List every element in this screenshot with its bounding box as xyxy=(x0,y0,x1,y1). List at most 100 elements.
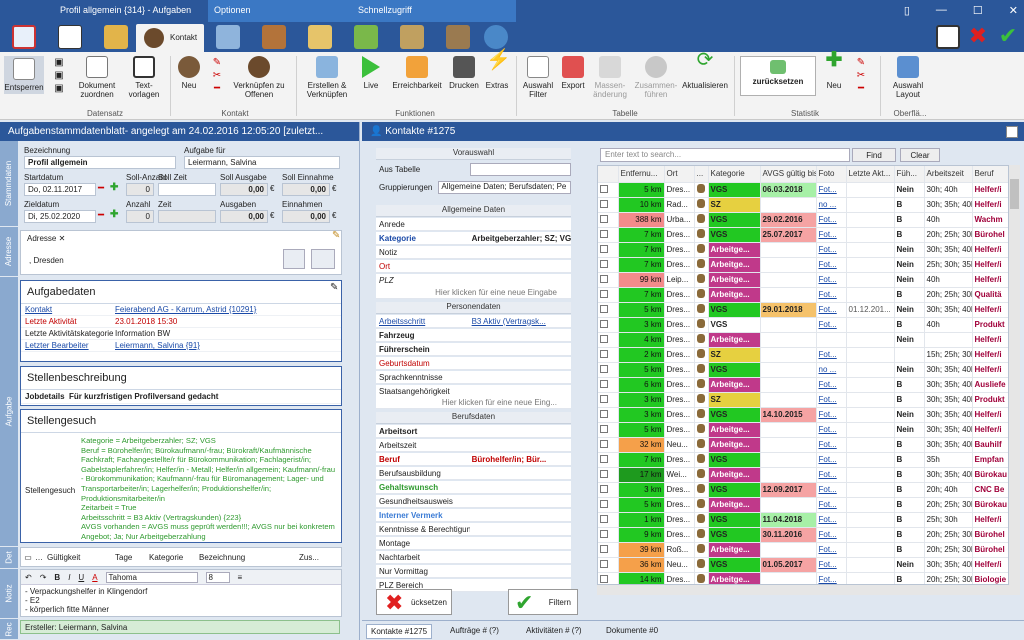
table-row[interactable]: 5 km Dres... VGS 06.03.2018 Fot... Nein 30h; 4… xyxy=(598,182,1008,198)
table-row[interactable]: 39 km Roß... Arbeitge... Fot... B 20h; 25h; 3… xyxy=(598,542,1008,558)
filter-row[interactable]: Kategorie Arbeitgeberzahler; SZ; VGS xyxy=(376,232,571,245)
table-row[interactable]: 14 km Dres... Arbeitge... Fot... B 20h; 25h; … xyxy=(598,572,1008,584)
row-select-cell[interactable] xyxy=(598,212,619,228)
table-row[interactable]: 4 km Dres... Arbeitge... Nein Helfer/i xyxy=(598,332,1008,348)
grid-search-input[interactable]: Enter text to search... xyxy=(600,148,850,162)
live-button[interactable]: Live xyxy=(356,56,386,90)
table-row[interactable]: 3 km Dres... VGS 12.09.2017 Fot... B 20h; 40h C… xyxy=(598,482,1008,498)
more-icon[interactable]: … xyxy=(35,553,47,562)
row-select-cell[interactable] xyxy=(598,467,619,483)
row-checkbox[interactable] xyxy=(600,469,608,478)
row-checkbox[interactable] xyxy=(600,349,608,358)
foto-link[interactable]: Fot... xyxy=(816,242,847,258)
foto-link[interactable]: Fot... xyxy=(816,572,847,584)
foto-link[interactable]: Fot... xyxy=(816,287,847,303)
table-row[interactable]: 6 km Dres... Arbeitge... Fot... B 30h; 35h; 4… xyxy=(598,377,1008,393)
tab-aufgaben-icon[interactable] xyxy=(12,25,36,49)
foto-link[interactable]: Fot... xyxy=(816,557,847,573)
clear-button[interactable]: Clear xyxy=(900,148,940,162)
aus-tabelle-select[interactable] xyxy=(469,163,571,176)
grid-col-header[interactable]: Letzte Akt... xyxy=(846,166,895,183)
row-select-cell[interactable] xyxy=(598,332,619,348)
filter-row[interactable]: Arbeitsschritt B3 Aktiv (Vertragsk... xyxy=(376,315,571,328)
zieldatum-field[interactable]: Di, 25.02.2020 xyxy=(24,210,96,223)
row-select-cell[interactable] xyxy=(598,257,619,273)
foto-link[interactable]: no ... xyxy=(816,362,847,378)
field-value[interactable]: Feierabend AG - Karrum, Astrid {10291} xyxy=(115,305,341,314)
field-value[interactable]: Leiermann, Salvina {91} xyxy=(115,341,341,350)
foto-link[interactable]: Fot... xyxy=(816,317,847,333)
status-tab-dokumente[interactable]: Dokumente #0 xyxy=(602,624,662,637)
drucken-button[interactable]: Drucken xyxy=(448,56,480,90)
filter-field-value[interactable]: Bürohelfer/in; Bür... xyxy=(470,455,571,464)
neu-statistik-button[interactable]: ✚ Neu xyxy=(822,50,846,90)
filter-row[interactable]: Gehaltswunsch xyxy=(376,481,571,494)
grid-col-header[interactable]: Arbeitszeit xyxy=(924,166,973,183)
bold-button[interactable]: B xyxy=(54,573,60,582)
row-select-cell[interactable] xyxy=(598,542,619,558)
soll-ausgabe-field[interactable]: 0,00 xyxy=(220,183,268,196)
paragraph-icon[interactable]: ≡ xyxy=(238,573,243,582)
table-row[interactable]: 7 km Dres... Arbeitge... Fot... B 20h; 25h; 3… xyxy=(598,287,1008,303)
filter-row[interactable]: Berufsausbildung xyxy=(376,467,571,480)
foto-link[interactable]: Fot... xyxy=(816,182,847,198)
filter-row[interactable]: Notiz xyxy=(376,246,571,259)
status-tab-kontakte[interactable]: Kontakte #1275 xyxy=(366,624,433,639)
filter-row[interactable]: Arbeitszeit xyxy=(376,439,571,452)
erreichbarkeit-button[interactable]: Erreichbarkeit xyxy=(390,56,444,90)
table-row[interactable]: 5 km Dres... Arbeitge... Fot... Nein 30h; 35h… xyxy=(598,422,1008,438)
table-row[interactable]: 388 km Urba... VGS 29.02.2016 Fot... B 40h Wach… xyxy=(598,212,1008,228)
table-row[interactable]: 7 km Dres... VGS Fot... B 35h Empfan xyxy=(598,452,1008,468)
exit-icon[interactable] xyxy=(936,25,960,49)
status-tab-auftraege[interactable]: Aufträge # (?) xyxy=(446,624,503,637)
vtab-aufgabe[interactable]: Aufgabe xyxy=(0,277,18,547)
row-select-cell[interactable] xyxy=(598,437,619,453)
table-row[interactable]: 1 km Dres... VGS 11.04.2018 Fot... B 25h; 30h H… xyxy=(598,512,1008,528)
col-kategorie[interactable]: Kategorie xyxy=(149,553,199,562)
row-select-cell[interactable] xyxy=(598,242,619,258)
filter-row[interactable]: Beruf Bürohelfer/in; Bür... xyxy=(376,453,571,466)
filter-field-value[interactable]: B3 Aktiv (Vertragsk... xyxy=(470,317,571,326)
zeit-field[interactable] xyxy=(158,210,216,223)
extras-button[interactable]: ⚡ Extras xyxy=(484,50,511,90)
maximize-button[interactable]: ☐ xyxy=(973,4,983,17)
row-checkbox[interactable] xyxy=(600,304,608,313)
grid-col-header[interactable]: Füh... xyxy=(894,166,925,183)
foto-link[interactable] xyxy=(816,332,847,348)
foto-link[interactable]: Fot... xyxy=(816,542,847,558)
filter-row[interactable]: Interner Vermerk xyxy=(376,509,571,522)
row-select-cell[interactable] xyxy=(598,317,619,333)
filter-row[interactable]: Gesundheitsausweis xyxy=(376,495,571,508)
col-bezeichnung[interactable]: Bezeichnung xyxy=(199,553,299,562)
row-checkbox[interactable] xyxy=(600,214,608,223)
row-select-cell[interactable] xyxy=(598,527,619,543)
foto-link[interactable]: Fot... xyxy=(816,257,847,273)
foto-link[interactable]: Fot... xyxy=(816,422,847,438)
row-checkbox[interactable] xyxy=(600,529,608,538)
row-select-cell[interactable] xyxy=(598,227,619,243)
anzahl-field[interactable]: 0 xyxy=(126,210,154,223)
date-plus-icon[interactable]: ✚ xyxy=(110,182,118,193)
filter-row[interactable]: Nachtarbeit xyxy=(376,551,571,564)
table-row[interactable]: 3 km Dres... VGS Fot... B 40h Produkt xyxy=(598,317,1008,333)
row-checkbox[interactable] xyxy=(600,379,608,388)
textvorlagen-button[interactable]: Text-vorlagen xyxy=(124,56,164,99)
italic-button[interactable]: I xyxy=(68,573,70,582)
row-select-cell[interactable] xyxy=(598,347,619,363)
row-checkbox[interactable] xyxy=(600,499,608,508)
grid-hscrollbar[interactable] xyxy=(597,585,1020,595)
row-select-cell[interactable] xyxy=(598,572,619,584)
tab-person-icon[interactable] xyxy=(262,25,286,49)
field-label[interactable]: Kontakt xyxy=(21,305,115,314)
row-checkbox[interactable] xyxy=(600,544,608,553)
row-checkbox[interactable] xyxy=(600,574,608,583)
row-select-cell[interactable] xyxy=(598,377,619,393)
gruppierungen-select[interactable]: Allgemeine Daten; Berufsdaten; Pe xyxy=(438,181,571,194)
row-checkbox[interactable] xyxy=(600,199,608,208)
aktualisieren-button[interactable]: ⟳ Aktualisieren xyxy=(680,50,730,90)
grid-col-header[interactable]: Entfernu... xyxy=(618,166,665,183)
redo-icon[interactable]: ↷ xyxy=(40,573,47,582)
row-select-cell[interactable] xyxy=(598,497,619,513)
filter-row[interactable]: Fahrzeug xyxy=(376,329,571,342)
table-row[interactable]: 3 km Dres... SZ Fot... B 30h; 35h; 40h Produkt xyxy=(598,392,1008,408)
